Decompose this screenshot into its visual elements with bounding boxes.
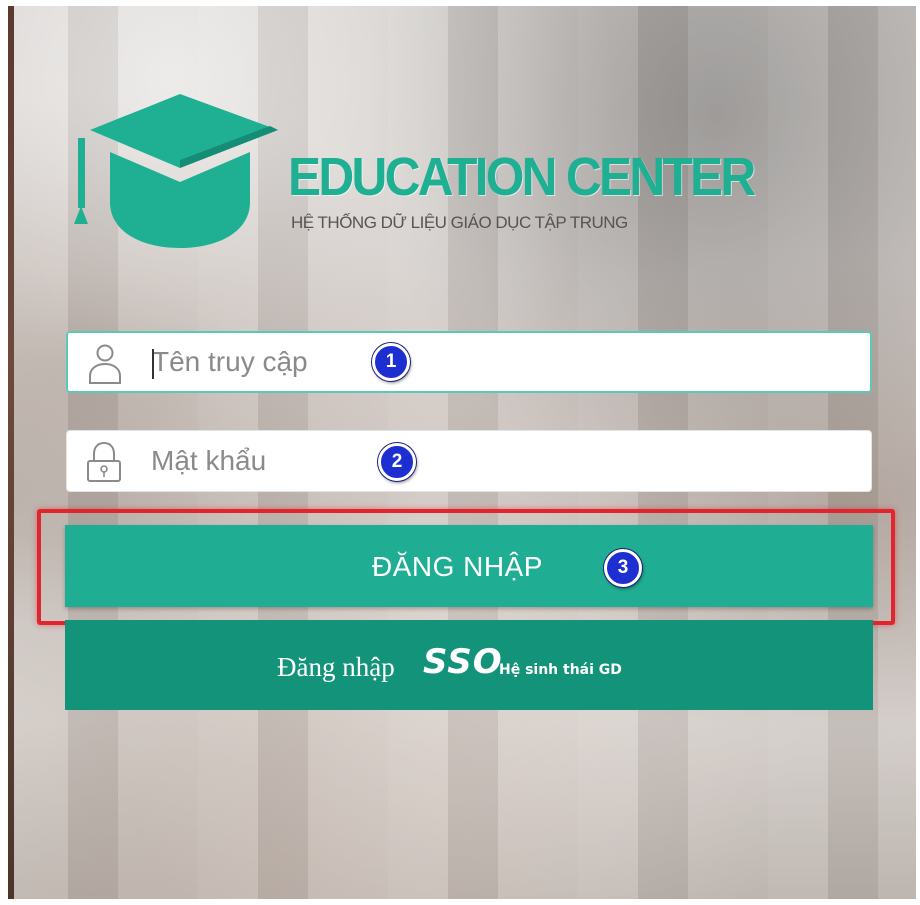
brand-title: EDUCATION CENTER xyxy=(288,147,756,207)
text-caret xyxy=(152,349,154,379)
password-field[interactable]: 2 xyxy=(66,430,872,492)
sso-login-button[interactable]: Đăng nhập SSO Hệ sinh thái GD xyxy=(65,620,873,710)
step-marker-1: 1 xyxy=(372,343,410,381)
username-input[interactable] xyxy=(152,333,752,391)
step-marker-3: 3 xyxy=(604,549,642,587)
login-page: EDUCATION CENTER HỆ THỐNG DỮ LIỆU GIÁO D… xyxy=(8,6,916,899)
sso-label: SSO xyxy=(423,642,503,682)
password-input[interactable] xyxy=(151,431,751,491)
brand-subtitle: HỆ THỐNG DỮ LIỆU GIÁO DỤC TẬP TRUNG xyxy=(291,213,628,232)
step-marker-2: 2 xyxy=(378,443,416,481)
login-button-label: ĐĂNG NHẬP xyxy=(372,551,543,582)
username-field[interactable]: 1 xyxy=(66,331,872,393)
lock-icon xyxy=(87,441,121,482)
sso-prefix-label: Đăng nhập xyxy=(277,652,395,682)
sso-suffix-label: Hệ sinh thái GD xyxy=(499,662,622,678)
user-icon xyxy=(89,344,121,384)
login-button[interactable]: ĐĂNG NHẬP 3 xyxy=(65,525,873,607)
graduation-cap-icon xyxy=(74,94,278,248)
background-edge xyxy=(8,6,14,899)
